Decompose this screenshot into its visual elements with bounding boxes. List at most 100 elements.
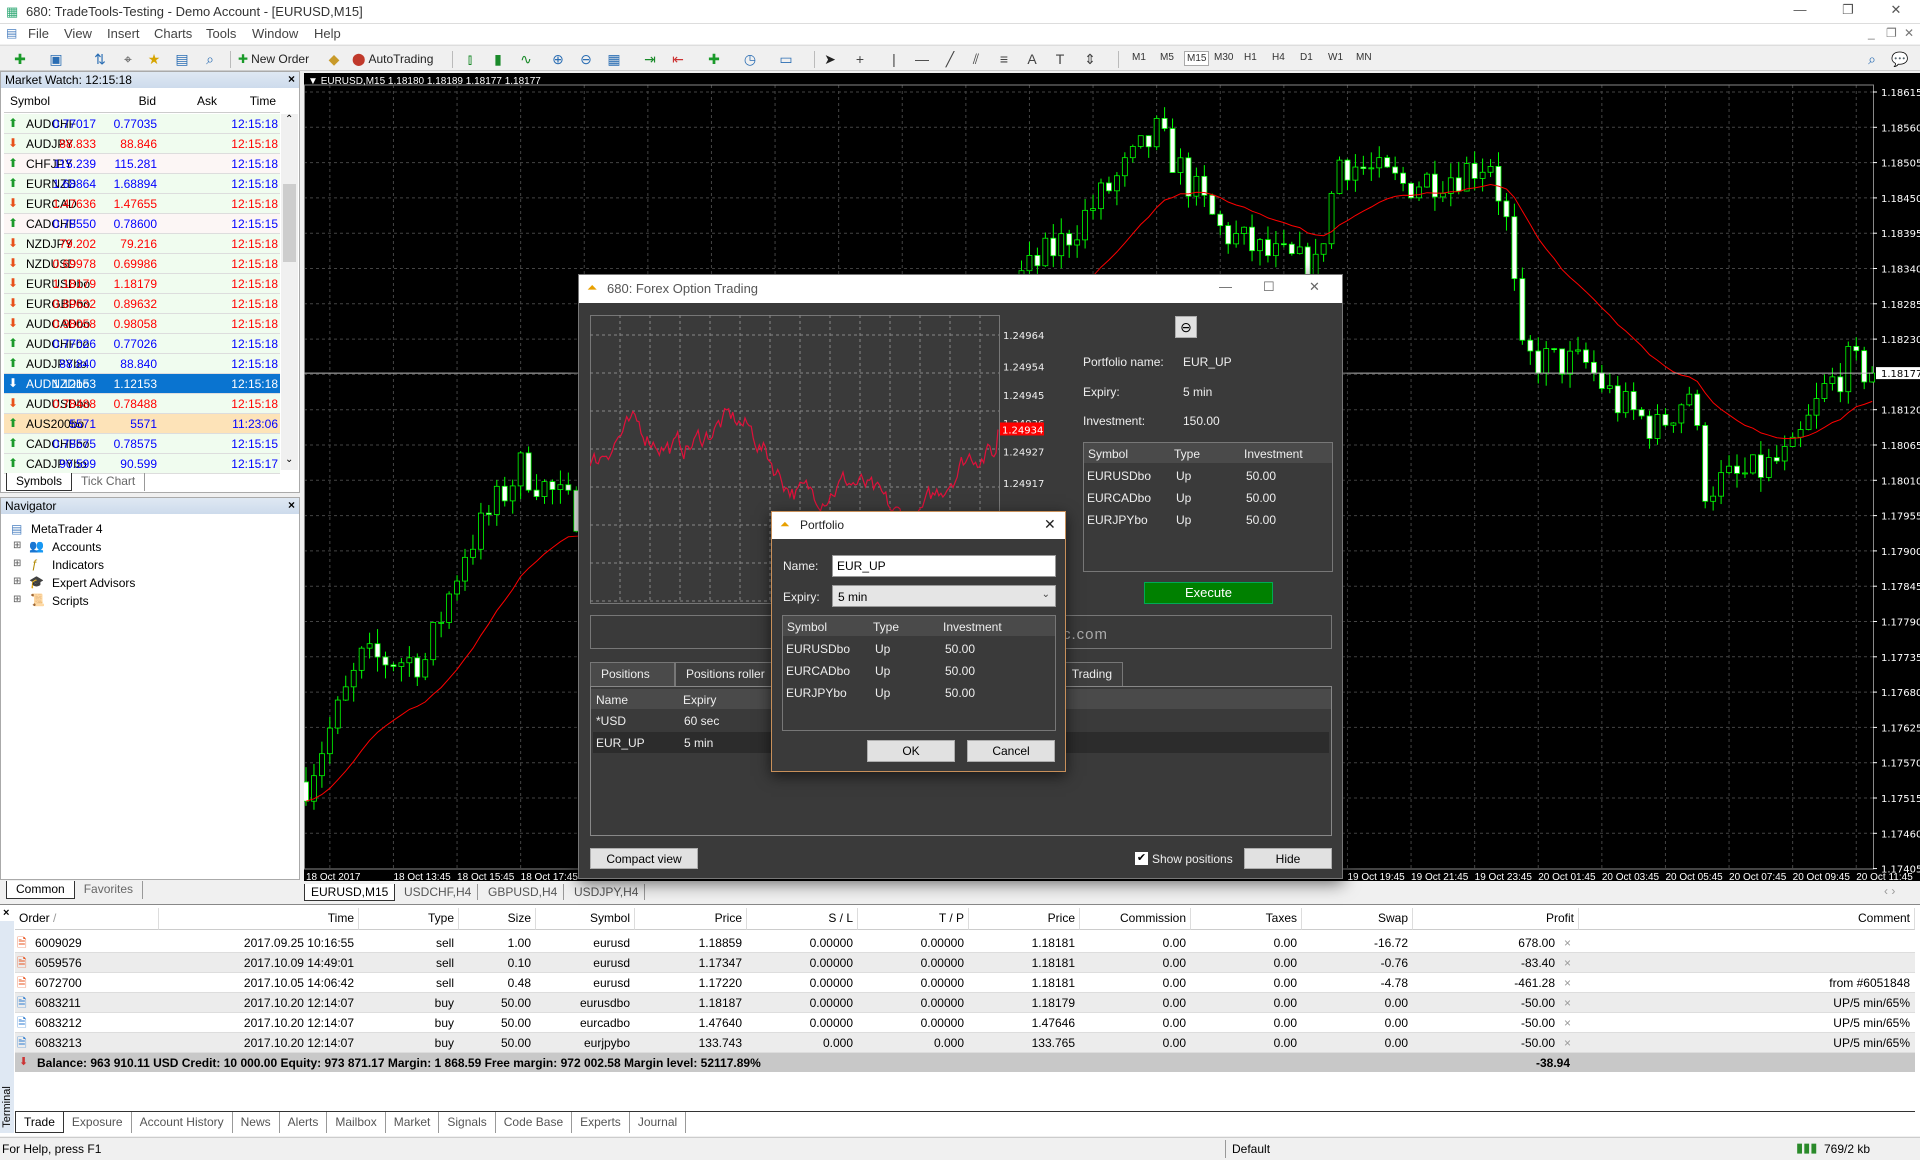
nav-item-accounts[interactable]: Accounts — [52, 540, 101, 554]
close-icon[interactable]: × — [3, 907, 9, 919]
market-watch-row[interactable]: ⬆ CADCHF 0.78550 0.78600 12:15:15 — [4, 214, 280, 234]
tab-favorites[interactable]: Favorites — [75, 881, 144, 899]
market-watch-row[interactable]: ⬇ EURUSDbo 1.18179 1.18179 12:15:18 — [4, 274, 280, 294]
column-header[interactable]: T / P — [858, 908, 969, 930]
close-button[interactable]: ✕ — [1309, 279, 1320, 295]
market-watch-row[interactable]: ⬆ AUDCHF 0.77017 0.77035 12:15:18 — [4, 114, 280, 134]
new-order-button[interactable]: ✚ New Order — [238, 49, 309, 69]
timeframe-h4[interactable]: H4 — [1270, 51, 1287, 64]
ok-button[interactable]: OK — [867, 740, 955, 762]
trade-row[interactable]: 🗎 6083212 2017.10.20 12:14:07 buy 50.00 eurca… — [15, 1013, 1915, 1033]
menu-help[interactable]: Help — [314, 26, 341, 41]
tab-positions[interactable]: Positions — [590, 662, 675, 686]
nav-item-scripts[interactable]: Scripts — [52, 594, 89, 608]
hide-button[interactable]: Hide — [1244, 848, 1332, 869]
timeframe-mn[interactable]: MN — [1354, 51, 1374, 64]
templates-icon[interactable]: ▭ — [776, 49, 796, 69]
market-watch-row[interactable]: ⬆ CHFJPY 115.239 115.281 12:15:18 — [4, 154, 280, 174]
column-header[interactable]: Profit — [1413, 908, 1579, 930]
data-window-icon[interactable]: ⌖ — [118, 49, 138, 69]
terminal-tab-trade[interactable]: Trade — [15, 1112, 64, 1133]
terminal-icon[interactable]: ▤ — [172, 49, 192, 69]
chart-tab-usdjpy-h4[interactable]: USDJPY,H4 — [568, 884, 646, 900]
tab-tick-chart[interactable]: Tick Chart — [72, 473, 146, 491]
terminal-tab-code-base[interactable]: Code Base — [496, 1112, 573, 1133]
minimize-button[interactable]: — — [1219, 279, 1232, 294]
tabs-scroll-icon[interactable]: ‹ › — [1884, 884, 1895, 898]
show-positions-checkbox[interactable]: ✔ — [1135, 852, 1148, 865]
navigator-icon[interactable]: ★ — [144, 49, 164, 69]
column-ask[interactable]: Ask — [197, 94, 217, 108]
market-watch-row[interactable]: ⬆ AUS200bo 5571 5571 11:23:06 — [4, 414, 280, 434]
zoom-in-icon[interactable]: ⊕ — [548, 49, 568, 69]
vertical-line-icon[interactable]: | — [884, 49, 904, 69]
scroll-down-icon[interactable]: ⌄ — [285, 454, 293, 465]
close-order-icon[interactable]: × — [1564, 1036, 1571, 1050]
market-watch-row[interactable]: ⬆ AUDJPYbo 88.840 88.840 12:15:18 — [4, 354, 280, 374]
terminal-tab-alerts[interactable]: Alerts — [280, 1112, 328, 1133]
trade-row[interactable]: 🗎 6059576 2017.10.09 14:49:01 sell 0.10 eurus… — [15, 953, 1915, 973]
compact-view-button[interactable]: Compact view — [590, 848, 698, 869]
close-button[interactable]: ✕ — [1044, 516, 1056, 533]
mdi-minimize-button[interactable]: _ — [1868, 26, 1875, 40]
mdi-close-button[interactable]: ✕ — [1904, 26, 1914, 40]
crosshair-icon[interactable]: + — [850, 49, 870, 69]
maximize-button[interactable]: ☐ — [1263, 279, 1275, 295]
fibonacci-icon[interactable]: ≡ — [994, 49, 1014, 69]
market-watch-row[interactable]: ⬇ AUDCADbo 0.98058 0.98058 12:15:18 — [4, 314, 280, 334]
terminal-tab-experts[interactable]: Experts — [572, 1112, 630, 1133]
terminal-tab-exposure[interactable]: Exposure — [64, 1112, 132, 1133]
column-header[interactable]: S / L — [747, 908, 858, 930]
chart-tab-gbpusd-h4[interactable]: GBPUSD,H4 — [482, 884, 565, 900]
maximize-button[interactable]: ❐ — [1828, 2, 1868, 18]
text-icon[interactable]: A — [1022, 49, 1042, 69]
autotrading-button[interactable]: ⬤ AutoTrading — [352, 49, 433, 69]
metaeditor-icon[interactable]: ◆ — [324, 49, 344, 69]
nav-item-indicators[interactable]: Indicators — [52, 558, 104, 572]
market-watch-row[interactable]: ⬇ EURGBPbo 0.89632 0.89632 12:15:18 — [4, 294, 280, 314]
chat-icon[interactable]: 💬 — [1890, 49, 1910, 69]
expand-icon[interactable]: ⊞ — [13, 594, 21, 605]
periods-icon[interactable]: ◷ — [740, 49, 760, 69]
chart-tab-eurusd-m15[interactable]: EURUSD,M15 — [304, 884, 396, 901]
back-button[interactable]: ⊖ — [1175, 316, 1197, 338]
column-header[interactable]: Taxes — [1191, 908, 1302, 930]
indicators-icon[interactable]: ✚ — [704, 49, 724, 69]
terminal-tab-signals[interactable]: Signals — [439, 1112, 496, 1133]
minimize-button[interactable]: — — [1780, 2, 1820, 17]
close-icon[interactable]: × — [288, 72, 295, 86]
autoscroll-icon[interactable]: ⇤ — [668, 49, 688, 69]
terminal-tab-journal[interactable]: Journal — [630, 1112, 687, 1133]
expand-icon[interactable]: ⊞ — [13, 576, 21, 587]
column-header[interactable]: Commission — [1080, 908, 1191, 930]
tab-common[interactable]: Common — [6, 881, 75, 899]
market-watch-row[interactable]: ⬇ NZDJPY 79.202 79.216 12:15:18 — [4, 234, 280, 254]
timeframe-m1[interactable]: M1 — [1130, 51, 1148, 64]
new-chart-icon[interactable]: ✚ — [10, 49, 30, 69]
column-header[interactable]: Price — [635, 908, 747, 930]
scrollbar-thumb[interactable] — [283, 184, 296, 262]
terminal-tab-mailbox[interactable]: Mailbox — [327, 1112, 386, 1133]
nav-root[interactable]: MetaTrader 4 — [31, 522, 103, 536]
close-order-icon[interactable]: × — [1564, 936, 1571, 950]
scrollbar[interactable]: ⌃ ⌄ — [281, 114, 298, 470]
equidistant-channel-icon[interactable]: ⫽ — [966, 49, 986, 69]
market-watch-row[interactable]: ⬆ CADJPYbo 90.599 90.599 12:15:17 — [4, 454, 280, 474]
menu-insert[interactable]: Insert — [107, 26, 140, 41]
terminal-tab-market[interactable]: Market — [386, 1112, 440, 1133]
scroll-up-icon[interactable]: ⌃ — [285, 114, 293, 125]
column-header[interactable]: Time — [159, 908, 359, 930]
arrows-icon[interactable]: ⇕ — [1080, 49, 1100, 69]
column-header[interactable]: Order / — [15, 908, 159, 930]
zoom-out-icon[interactable]: ⊖ — [576, 49, 596, 69]
close-order-icon[interactable]: × — [1564, 1016, 1571, 1030]
chart-tab-usdchf-h4[interactable]: USDCHF,H4 — [398, 884, 479, 900]
timeframe-m15[interactable]: M15 — [1184, 51, 1210, 66]
column-header[interactable]: Swap — [1302, 908, 1413, 930]
terminal-tab-account-history[interactable]: Account History — [132, 1112, 233, 1133]
chart-shift-icon[interactable]: ⇥ — [640, 49, 660, 69]
cursor-icon[interactable]: ➤ — [820, 49, 840, 69]
nav-item-expert-advisors[interactable]: Expert Advisors — [52, 576, 135, 590]
close-icon[interactable]: × — [288, 498, 295, 512]
column-bid[interactable]: Bid — [139, 94, 156, 108]
